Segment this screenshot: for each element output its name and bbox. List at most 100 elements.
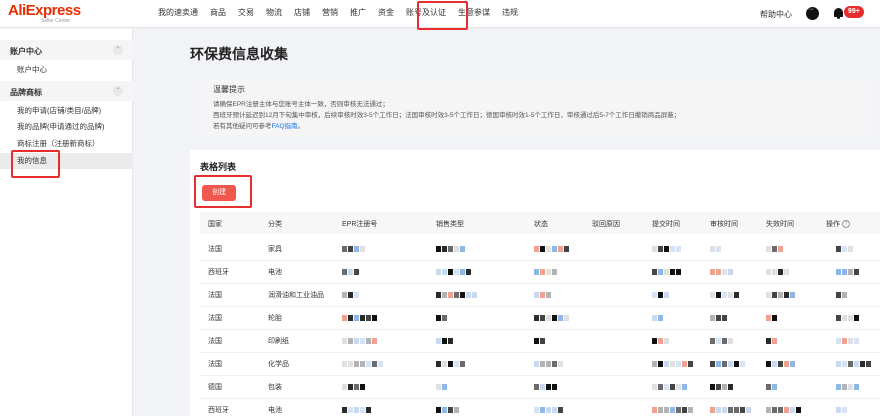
redacted-cell [534, 269, 558, 275]
main-nav: 我的速卖通 商品 交易 物流 店铺 营销 推广 资金 账号及认证 生意参谋 违规 [152, 0, 524, 28]
redacted-cell [836, 384, 860, 390]
redacted-cell [534, 315, 570, 321]
redacted-cell [652, 246, 682, 252]
nav-item-store[interactable]: 店铺 [288, 0, 316, 28]
redacted-cell [652, 407, 694, 413]
redacted-cell [534, 246, 570, 252]
cell-category: 轮胎 [268, 315, 282, 322]
table-row: 德国 包装 [200, 376, 880, 399]
question-circle-icon[interactable]: ? [842, 220, 850, 229]
table-row: 法国 润滑油和工业油品 [200, 284, 880, 307]
redacted-cell [436, 407, 460, 413]
redacted-cell [534, 361, 564, 367]
sidebar-highlight-box [11, 150, 60, 178]
redacted-cell [342, 384, 366, 390]
redacted-cell [836, 315, 860, 321]
column-header-sales-type: 销售类型 [436, 221, 464, 228]
redacted-cell [652, 292, 670, 298]
notification-badge: 99+ [844, 6, 864, 18]
cell-country: 西班牙 [208, 407, 229, 414]
nav-item-marketing[interactable]: 营销 [316, 0, 344, 28]
column-header-actions: 操作? [826, 219, 850, 229]
nav-item-logistics[interactable]: 物流 [260, 0, 288, 28]
redacted-cell [766, 384, 778, 390]
table-card: 表格列表 创建 国家 分类 EPR注册号 销售类型 状态 驳回原因 提交时间 审… [190, 150, 880, 416]
nav-item-orders[interactable]: 交易 [232, 0, 260, 28]
redacted-cell [836, 407, 848, 413]
nav-highlight-box [417, 1, 468, 30]
logo-subtitle: Seller Center [41, 18, 71, 24]
top-bar: AliExpress Seller Center 我的速卖通 商品 交易 物流 … [0, 0, 880, 30]
redacted-cell [342, 338, 378, 344]
redacted-cell [436, 384, 448, 390]
table-title: 表格列表 [200, 162, 237, 172]
redacted-cell [766, 407, 802, 413]
nav-item-products[interactable]: 商品 [204, 0, 232, 28]
column-header-submit-time: 提交时间 [652, 221, 680, 228]
redacted-cell [710, 338, 734, 344]
redacted-cell [836, 269, 860, 275]
table-row: 法国 印刷纸 [200, 330, 880, 353]
sidebar-item-my-brands[interactable]: 我的品牌(申请通过的品牌) [0, 119, 133, 135]
cell-country: 法国 [208, 315, 222, 322]
redacted-cell [766, 361, 796, 367]
redacted-cell [342, 361, 384, 367]
redacted-cell [766, 269, 790, 275]
cell-category: 电池 [268, 269, 282, 276]
redacted-cell [836, 361, 872, 367]
redacted-cell [436, 315, 448, 321]
redacted-cell [342, 246, 366, 252]
page-title: 环保费信息收集 [190, 46, 288, 62]
notice-faq-line: 若有其他疑问可参考FAQ指南。 [213, 120, 304, 130]
sidebar-group-brand[interactable]: 品牌商标 ⌃ [0, 81, 133, 101]
nav-item-violations[interactable]: 违规 [496, 0, 524, 28]
redacted-cell [710, 315, 728, 321]
chat-bubble-icon[interactable] [806, 6, 819, 20]
table-row: 法国 家具 [200, 238, 880, 261]
column-header-country: 国家 [208, 221, 222, 228]
actions-label: 操作 [826, 221, 840, 228]
bell-icon[interactable] [833, 7, 844, 19]
nav-item-my-aliexpress[interactable]: 我的速卖通 [152, 0, 204, 28]
column-header-category: 分类 [268, 221, 282, 228]
redacted-cell [766, 315, 778, 321]
redacted-cell [836, 292, 848, 298]
nav-item-funds[interactable]: 资金 [372, 0, 400, 28]
sidebar: 账户中心 ⌃ 账户中心 品牌商标 ⌃ 我的申请(店铺/类目/品牌) 我的品牌(申… [0, 29, 133, 416]
nav-item-promotion[interactable]: 推广 [344, 0, 372, 28]
redacted-cell [652, 315, 664, 321]
redacted-cell [710, 269, 734, 275]
redacted-cell [710, 361, 746, 367]
redacted-cell [652, 338, 670, 344]
sidebar-item-my-applications[interactable]: 我的申请(店铺/类目/品牌) [0, 103, 133, 119]
cell-category: 电池 [268, 407, 282, 414]
chevron-up-icon[interactable]: ⌃ [113, 86, 123, 96]
redacted-cell [436, 292, 478, 298]
redacted-cell [652, 384, 688, 390]
cell-category: 印刷纸 [268, 338, 289, 345]
redacted-cell [436, 361, 466, 367]
cell-country: 法国 [208, 292, 222, 299]
aliexpress-logo[interactable]: AliExpress Seller Center [8, 2, 81, 25]
cell-country: 法国 [208, 338, 222, 345]
cell-category: 包装 [268, 384, 282, 391]
sidebar-group-account-center[interactable]: 账户中心 ⌃ [0, 40, 133, 60]
redacted-cell [836, 338, 860, 344]
table-row: 西班牙 电池 [200, 399, 880, 416]
sidebar-item-account-center[interactable]: 账户中心 [0, 62, 133, 78]
redacted-cell [342, 315, 378, 321]
redacted-cell [436, 338, 454, 344]
redacted-cell [766, 292, 796, 298]
faq-link[interactable]: FAQ指南 [272, 123, 298, 130]
faq-suffix: 。 [297, 123, 305, 130]
notice-box: 温馨提示 请确保EPR注册主体与您账号主体一致，否则审核无法通过； 西班牙预计延… [200, 80, 872, 136]
logo-text: AliExpress [8, 2, 81, 19]
redacted-cell [766, 246, 784, 252]
redacted-cell [436, 246, 466, 252]
help-center-link[interactable]: 帮助中心 [760, 9, 792, 20]
notice-line: 西班牙预计延迟到12月下旬集中审核，后续审核时效3-5个工作日；法国审核时效3-… [213, 112, 681, 119]
column-header-status: 状态 [534, 221, 548, 228]
cell-country: 法国 [208, 361, 222, 368]
column-header-review-time: 审核时间 [710, 221, 738, 228]
chevron-up-icon[interactable]: ⌃ [113, 45, 123, 55]
